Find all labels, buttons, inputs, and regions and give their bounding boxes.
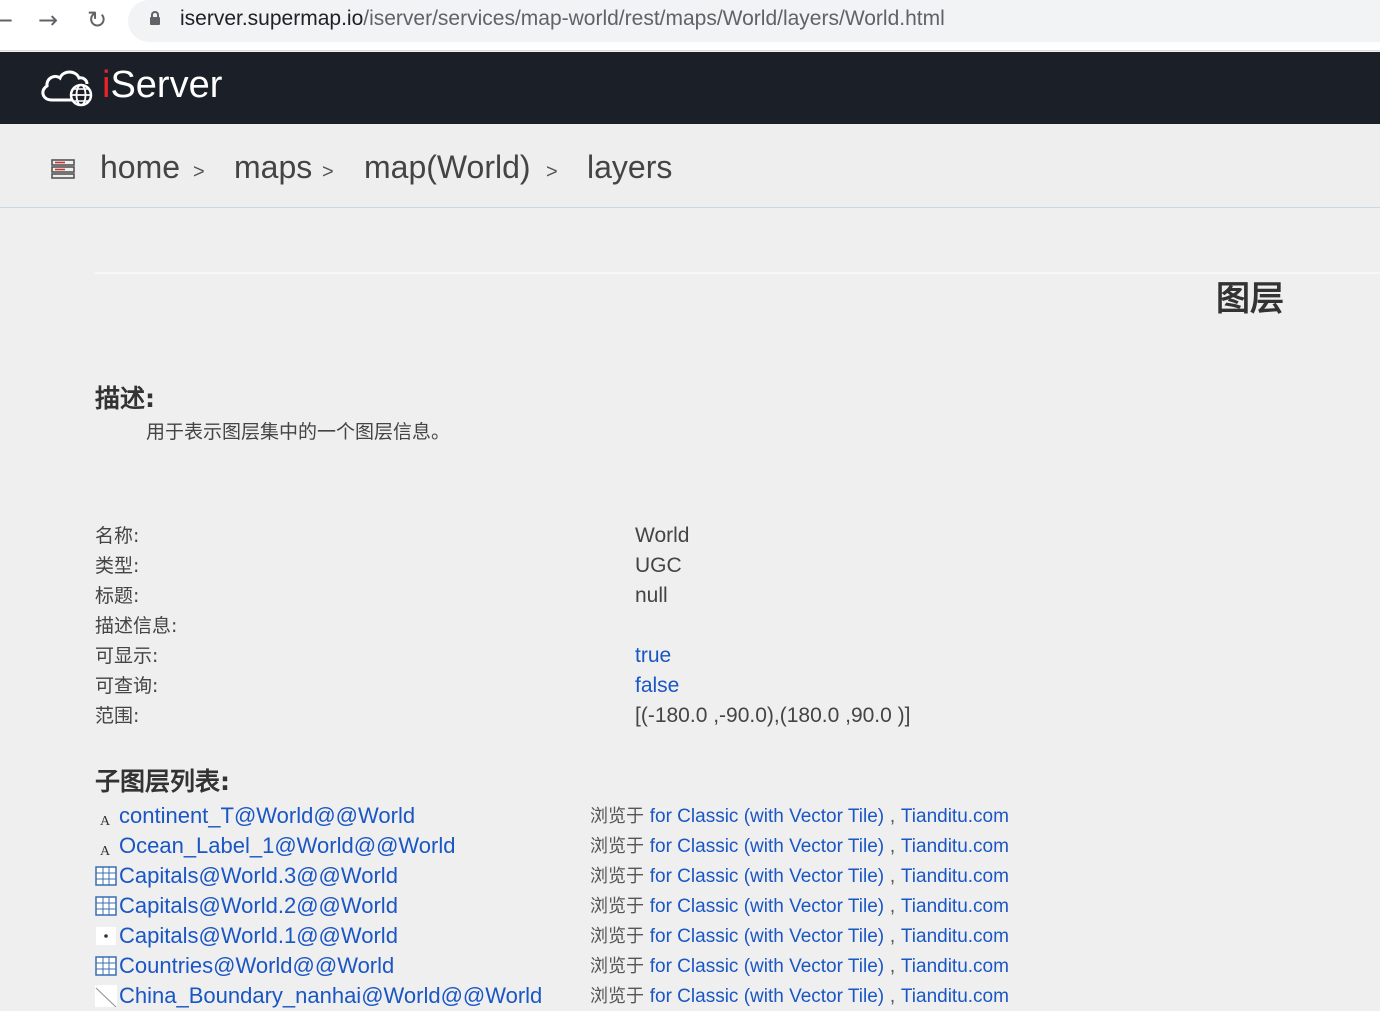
logo-wordmark: iServer	[102, 64, 223, 106]
property-value-bounds: [(-180.0 ,-90.0),(180.0 ,90.0 )]	[635, 704, 911, 727]
breadcrumb-separator: >	[322, 161, 334, 183]
point-layer-icon	[96, 927, 116, 945]
property-label-description: 描述信息:	[95, 615, 178, 637]
sublayer-link[interactable]: Capitals@World.1@@World	[119, 921, 398, 951]
browse-link-classic[interactable]: for Classic (with Vector Tile)	[650, 866, 884, 887]
property-value-queryable: false	[635, 674, 680, 697]
browse-link-tianditu[interactable]: Tianditu.com	[901, 896, 1009, 917]
breadcrumb-map-world[interactable]: map(World)	[364, 145, 531, 189]
browse-options: 浏览于 for Classic (with Vector Tile) , Tia…	[590, 986, 1009, 1007]
browse-link-classic[interactable]: for Classic (with Vector Tile)	[650, 836, 884, 857]
browse-link-classic[interactable]: for Classic (with Vector Tile)	[650, 956, 884, 977]
browse-link-tianditu[interactable]: Tianditu.com	[901, 866, 1009, 887]
sublayer-link[interactable]: Capitals@World.2@@World	[119, 891, 398, 921]
browser-toolbar: ← → ↻ iserver.supermap.io/iserver/servic…	[0, 0, 1380, 51]
back-arrow-icon[interactable]: ←	[0, 6, 18, 36]
forward-arrow-icon[interactable]: →	[33, 6, 63, 36]
breadcrumb-maps[interactable]: maps	[234, 145, 312, 189]
property-label-visible: 可显示:	[95, 645, 159, 667]
sublayer-link[interactable]: Capitals@World.3@@World	[119, 861, 398, 891]
property-value-caption: null	[635, 584, 668, 607]
property-label-queryable: 可查询:	[95, 675, 159, 697]
browse-options: 浏览于 for Classic (with Vector Tile) , Tia…	[590, 926, 1009, 947]
sublayer-link[interactable]: China_Boundary_nanhai@World@@World	[119, 981, 542, 1011]
breadcrumb-layers: layers	[587, 149, 673, 185]
browse-link-tianditu[interactable]: Tianditu.com	[901, 986, 1009, 1007]
property-value-visible: true	[635, 644, 672, 667]
browse-link-classic[interactable]: for Classic (with Vector Tile)	[650, 986, 884, 1007]
list-item: A continent_T@World@@World 浏览于 for Class…	[95, 801, 1095, 831]
svg-text:A: A	[100, 844, 111, 857]
page-title: 图层	[1216, 279, 1284, 319]
property-label-caption: 标题:	[95, 585, 140, 607]
reload-icon[interactable]: ↻	[82, 6, 112, 36]
list-item: Countries@World@@World 浏览于 for Classic (…	[95, 951, 1095, 981]
line-layer-icon	[95, 985, 117, 1007]
breadcrumb	[0, 124, 1380, 208]
url-text[interactable]: iserver.supermap.io/iserver/services/map…	[180, 6, 945, 32]
theme-layer-icon	[95, 956, 117, 976]
property-value-type: UGC	[635, 554, 682, 577]
sublayer-link[interactable]: Ocean_Label_1@World@@World	[119, 831, 455, 861]
menu-list-icon[interactable]	[51, 159, 75, 179]
svg-text:A: A	[100, 814, 111, 827]
theme-layer-icon	[95, 866, 117, 886]
app-header: iServer	[0, 52, 1380, 124]
browse-link-tianditu[interactable]: Tianditu.com	[901, 806, 1009, 827]
property-label-bounds: 范围:	[95, 705, 140, 727]
browse-link-classic[interactable]: for Classic (with Vector Tile)	[650, 926, 884, 947]
list-item: A Ocean_Label_1@World@@World 浏览于 for Cla…	[95, 831, 1095, 861]
browse-link-tianditu[interactable]: Tianditu.com	[901, 836, 1009, 857]
property-label-name: 名称:	[95, 525, 140, 547]
url-path: /iserver/services/map-world/rest/maps/Wo…	[363, 7, 945, 30]
browse-options: 浏览于 for Classic (with Vector Tile) , Tia…	[590, 806, 1009, 827]
browse-options: 浏览于 for Classic (with Vector Tile) , Tia…	[590, 836, 1009, 857]
property-value-name: World	[635, 524, 690, 547]
browse-link-tianditu[interactable]: Tianditu.com	[901, 956, 1009, 977]
lock-icon	[150, 11, 160, 25]
description-heading: 描述:	[95, 384, 155, 413]
sublayer-link[interactable]: continent_T@World@@World	[119, 801, 415, 831]
sublayers-heading: 子图层列表:	[95, 767, 230, 796]
browse-link-classic[interactable]: for Classic (with Vector Tile)	[650, 806, 884, 827]
text-label-icon: A	[100, 844, 111, 857]
url-host: iserver.supermap.io	[180, 7, 364, 30]
property-label-type: 类型:	[95, 555, 140, 577]
browse-options: 浏览于 for Classic (with Vector Tile) , Tia…	[590, 896, 1009, 917]
browse-link-tianditu[interactable]: Tianditu.com	[901, 926, 1009, 947]
content-divider	[95, 272, 1380, 274]
breadcrumb-separator: >	[193, 161, 205, 183]
list-item: Capitals@World.1@@World 浏览于 for Classic …	[95, 921, 1095, 951]
list-item: Capitals@World.2@@World 浏览于 for Classic …	[95, 891, 1095, 921]
browse-options: 浏览于 for Classic (with Vector Tile) , Tia…	[590, 956, 1009, 977]
description-text: 用于表示图层集中的一个图层信息。	[146, 421, 451, 443]
list-item: Capitals@World.3@@World 浏览于 for Classic …	[95, 861, 1095, 891]
browse-link-classic[interactable]: for Classic (with Vector Tile)	[650, 896, 884, 917]
theme-layer-icon	[95, 896, 117, 916]
browse-options: 浏览于 for Classic (with Vector Tile) , Tia…	[590, 866, 1009, 887]
breadcrumb-home[interactable]: home	[100, 145, 180, 189]
text-label-icon: A	[100, 814, 111, 827]
list-item: China_Boundary_nanhai@World@@World 浏览于 f…	[95, 981, 1095, 1011]
sublayer-link[interactable]: Countries@World@@World	[119, 951, 394, 981]
cloud-globe-logo-icon	[41, 70, 93, 107]
breadcrumb-separator: >	[546, 161, 558, 183]
